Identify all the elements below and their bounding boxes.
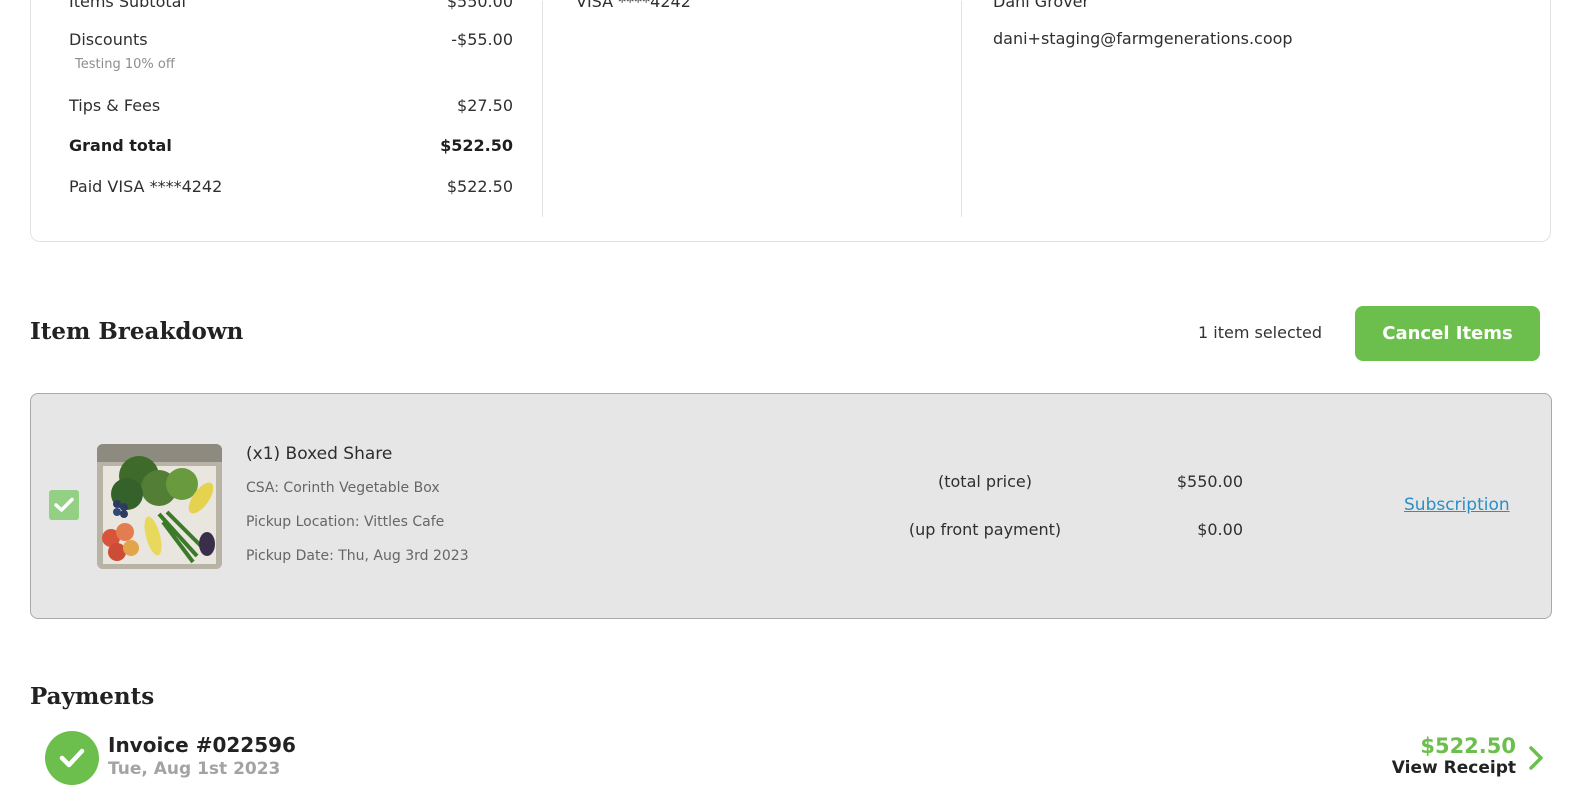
item-checkbox[interactable] [49, 490, 79, 520]
item-pickup-date: Pickup Date: Thu, Aug 3rd 2023 [246, 548, 469, 564]
item-pickup-location: Pickup Location: Vittles Cafe [246, 514, 445, 530]
discounts-label: Discounts [69, 30, 148, 49]
column-divider [961, 1, 962, 217]
check-icon [59, 748, 85, 768]
item-breakdown-title: Item Breakdown [30, 318, 244, 345]
discounts-row: Discounts -$55.00 [69, 30, 513, 49]
cancel-items-button[interactable]: Cancel Items [1355, 306, 1540, 361]
paid-row: Paid VISA ****4242 $522.50 [69, 177, 513, 196]
invoice-number: Invoice #022596 [108, 733, 296, 757]
payment-card-text: VISA ****4242 [576, 0, 691, 11]
item-csa: CSA: Corinth Vegetable Box [246, 480, 440, 496]
column-divider [542, 1, 543, 217]
customer-name: Dani Grover [993, 0, 1090, 11]
payments-title: Payments [30, 683, 155, 710]
upfront-payment-label: (up front payment) [908, 520, 1062, 539]
grand-total-row: Grand total $522.50 [69, 136, 513, 155]
tips-row: Tips & Fees $27.50 [69, 96, 513, 115]
view-receipt-link[interactable]: View Receipt [1392, 758, 1516, 778]
item-row: (x1) Boxed Share CSA: Corinth Vegetable … [30, 393, 1552, 619]
tips-label: Tips & Fees [69, 96, 161, 115]
subtotal-label: Items Subtotal [69, 0, 186, 11]
check-icon [54, 497, 74, 512]
subscription-link[interactable]: Subscription [1404, 495, 1510, 515]
upfront-payment-value: $0.00 [1197, 520, 1243, 539]
item-title: (x1) Boxed Share [246, 444, 393, 464]
paid-value: $522.50 [446, 177, 513, 196]
total-price-label: (total price) [938, 472, 1032, 491]
grand-total-label: Grand total [69, 136, 172, 155]
tips-value: $27.50 [457, 96, 513, 115]
product-image [97, 444, 222, 569]
subtotal-value: $550.00 [446, 0, 513, 11]
payment-status-badge [45, 731, 99, 785]
discount-note: Testing 10% off [75, 57, 175, 72]
total-price-value: $550.00 [1176, 472, 1243, 491]
invoice-date: Tue, Aug 1st 2023 [108, 759, 281, 779]
selected-count: 1 item selected [1198, 323, 1323, 342]
payment-amount: $522.50 [1420, 734, 1516, 758]
customer-email: dani+staging@farmgenerations.coop [993, 29, 1293, 48]
chevron-right-icon[interactable] [1528, 746, 1544, 774]
order-summary-card: Items Subtotal $550.00 Discounts -$55.00… [30, 0, 1551, 242]
grand-total-value: $522.50 [440, 136, 513, 155]
discounts-value: -$55.00 [451, 30, 513, 49]
paid-label: Paid VISA ****4242 [69, 177, 223, 196]
subtotal-row: Items Subtotal $550.00 [69, 0, 513, 11]
